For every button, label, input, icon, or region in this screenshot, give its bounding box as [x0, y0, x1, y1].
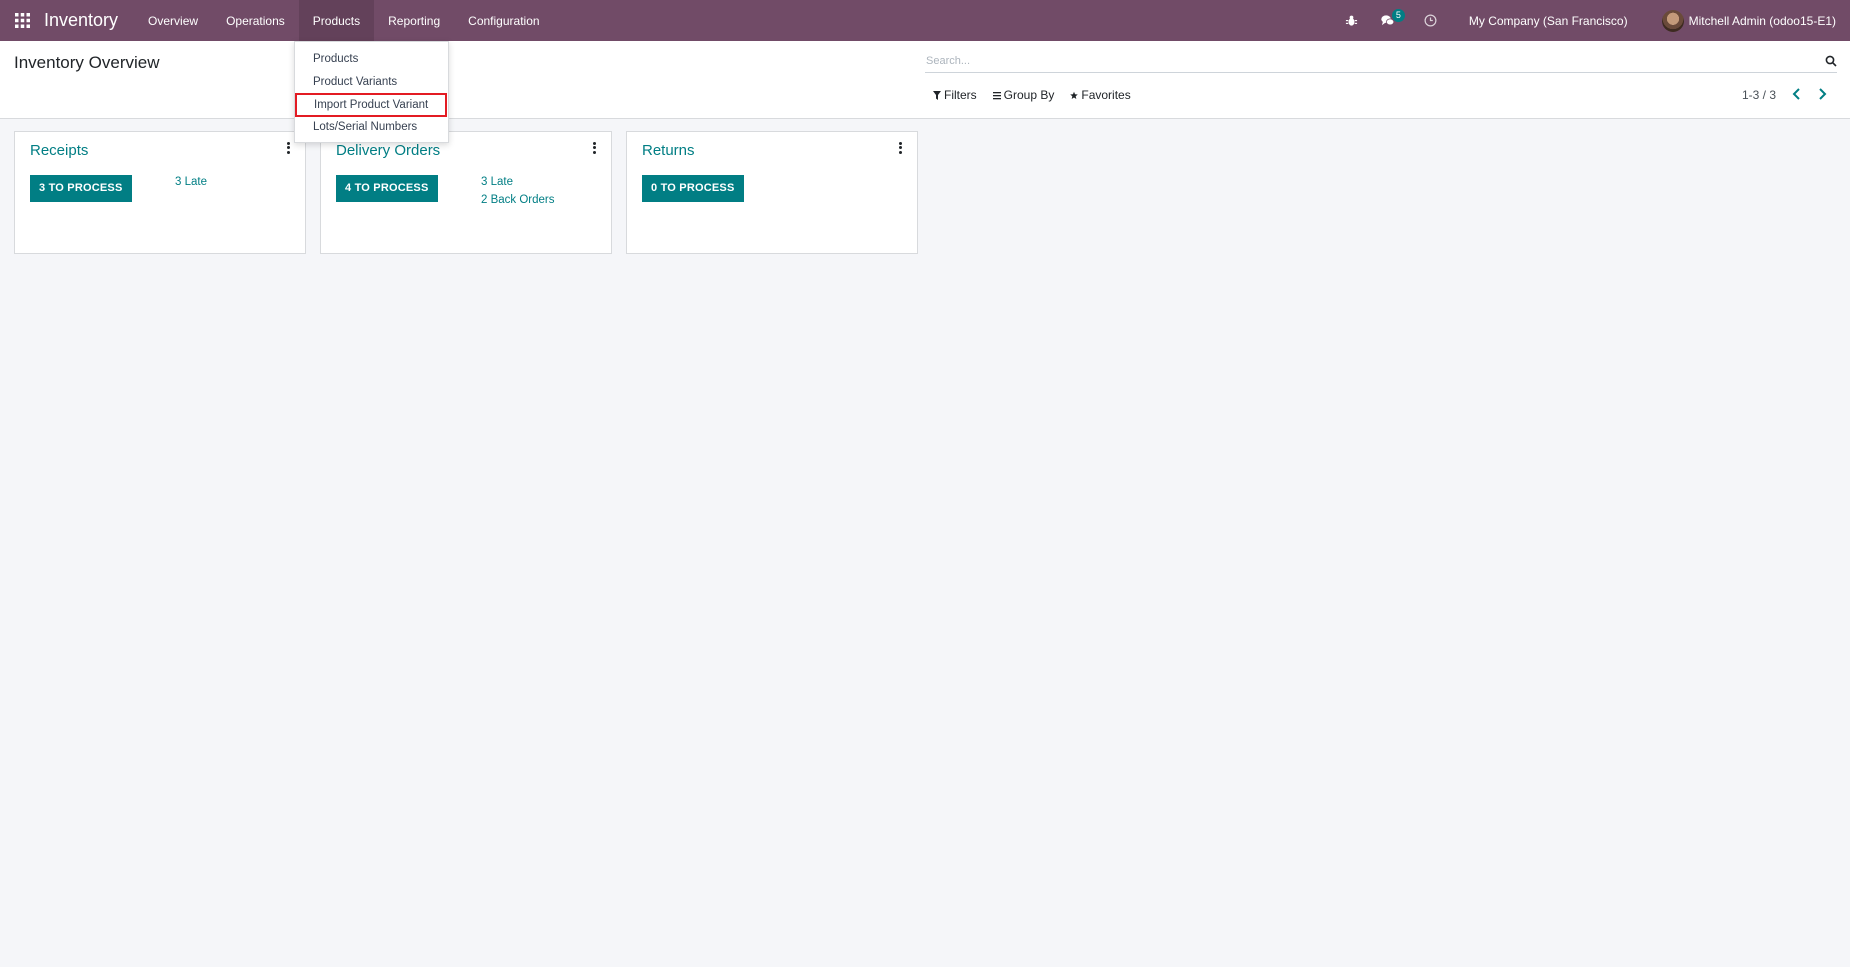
star-icon	[1070, 91, 1079, 99]
card-title[interactable]: Receipts	[30, 142, 88, 159]
menu-operations[interactable]: Operations	[212, 0, 299, 41]
menu-overview[interactable]: Overview	[134, 0, 212, 41]
menu-item-product-variants[interactable]: Product Variants	[295, 71, 448, 93]
top-navbar: Inventory Overview Operations Products R…	[0, 0, 1850, 41]
filters-label: Filters	[944, 88, 977, 102]
app-brand[interactable]: Inventory	[44, 10, 118, 31]
user-menu[interactable]: Mitchell Admin (odoo15-E1)	[1661, 9, 1836, 32]
to-process-button[interactable]: 3 TO PROCESS	[30, 175, 132, 202]
control-panel: Inventory Overview Filters Group By Favo…	[0, 41, 1850, 119]
group-by-label: Group By	[1003, 88, 1055, 102]
kebab-menu-icon[interactable]	[895, 141, 905, 155]
avatar	[1661, 9, 1684, 32]
menu-item-products[interactable]: Products	[295, 48, 448, 70]
chevron-left-icon[interactable]	[1790, 87, 1804, 101]
delivery-orders-card: Delivery Orders 4 TO PROCESS 3 Late 2 Ba…	[320, 131, 612, 254]
menu-item-lots-serial-numbers[interactable]: Lots/Serial Numbers	[295, 116, 448, 138]
search-bar	[925, 50, 1837, 73]
group-by-button[interactable]: Group By	[992, 88, 1055, 102]
search-options: Filters Group By Favorites	[933, 88, 1147, 102]
bug-icon[interactable]	[1343, 0, 1361, 41]
filter-icon	[933, 90, 941, 100]
late-link[interactable]: 3 Late	[175, 176, 207, 188]
group-by-icon	[992, 91, 1001, 99]
message-count-badge: 5	[1391, 9, 1405, 22]
chat-icon[interactable]: 5	[1379, 0, 1405, 41]
favorites-button[interactable]: Favorites	[1070, 88, 1131, 102]
kebab-menu-icon[interactable]	[283, 141, 293, 155]
kebab-menu-icon[interactable]	[589, 141, 599, 155]
favorites-label: Favorites	[1081, 88, 1131, 102]
page-title: Inventory Overview	[14, 53, 160, 72]
company-switcher[interactable]: My Company (San Francisco)	[1469, 14, 1628, 28]
late-link[interactable]: 3 Late	[481, 176, 513, 188]
menu-configuration[interactable]: Configuration	[454, 0, 553, 41]
menu-reporting[interactable]: Reporting	[374, 0, 454, 41]
returns-card: Returns 0 TO PROCESS	[626, 131, 918, 254]
search-input[interactable]	[925, 50, 1805, 72]
to-process-button[interactable]: 4 TO PROCESS	[336, 175, 438, 202]
navbar-systray: 5 My Company (San Francisco) Mitchell Ad…	[1334, 0, 1850, 41]
search-icon[interactable]	[1825, 55, 1837, 67]
to-process-button[interactable]: 0 TO PROCESS	[642, 175, 744, 202]
products-dropdown-menu: Products Product Variants Import Product…	[294, 41, 449, 143]
receipts-card: Receipts 3 TO PROCESS 3 Late	[14, 131, 306, 254]
clock-icon[interactable]	[1422, 0, 1440, 41]
pager-value[interactable]: 1-3 / 3	[1742, 88, 1776, 102]
user-name: Mitchell Admin (odoo15-E1)	[1688, 13, 1836, 28]
back-orders-link[interactable]: 2 Back Orders	[481, 194, 555, 206]
menu-products[interactable]: Products	[298, 0, 375, 41]
menu-item-import-product-variant[interactable]: Import Product Variant	[295, 93, 447, 117]
apps-grid-icon[interactable]	[0, 0, 44, 41]
chevron-right-icon[interactable]	[1815, 87, 1829, 101]
card-title[interactable]: Delivery Orders	[336, 142, 440, 159]
filters-button[interactable]: Filters	[933, 88, 977, 102]
card-title[interactable]: Returns	[642, 142, 695, 159]
